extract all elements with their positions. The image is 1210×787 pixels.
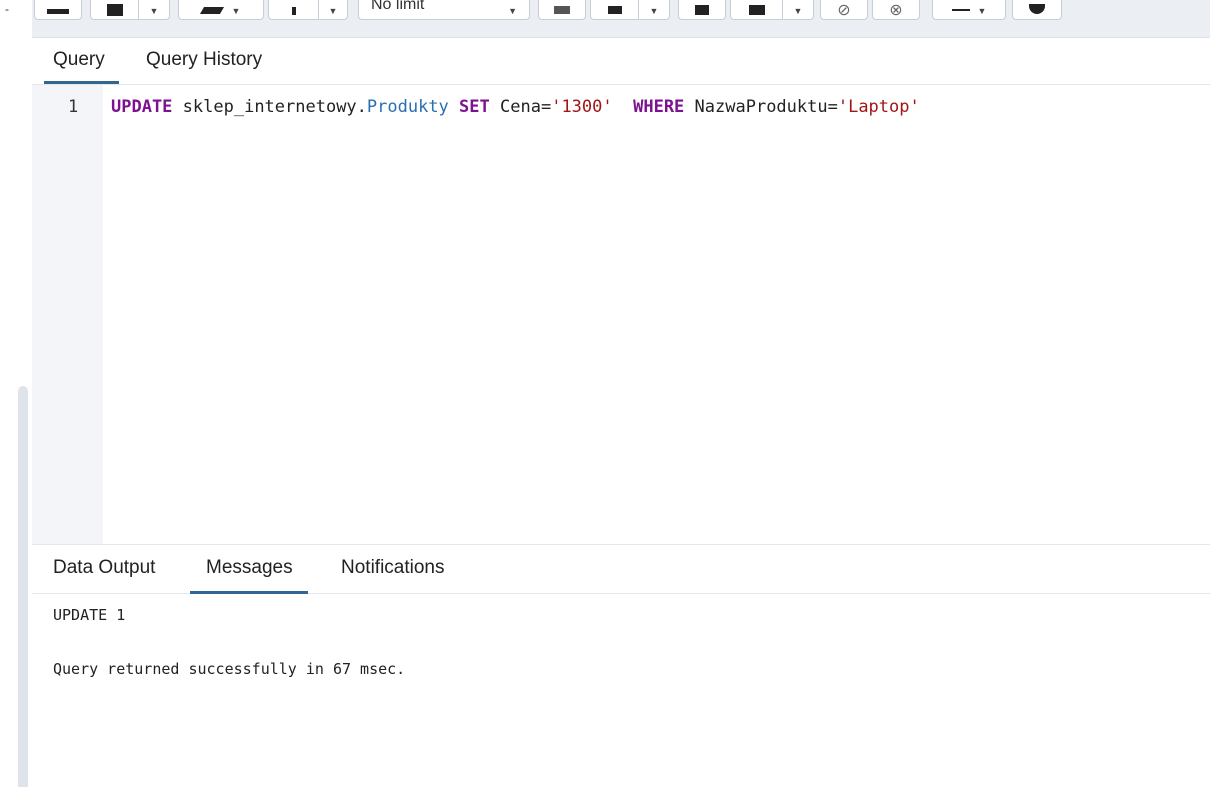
commit-icon[interactable]: ⊘ bbox=[821, 0, 867, 19]
keyword-set: SET bbox=[459, 97, 490, 117]
line-number-gutter: 1 bbox=[32, 85, 103, 544]
toolbar-group-help bbox=[1012, 0, 1062, 20]
toolbar-group-edit: ▼ bbox=[178, 0, 264, 20]
help-icon[interactable] bbox=[1013, 0, 1061, 19]
open-file-icon[interactable] bbox=[35, 0, 81, 19]
query-tab-bar: Query Query History bbox=[32, 38, 1210, 85]
toolbar-group-rollback: ⊗ bbox=[872, 0, 920, 20]
toolbar-group-save: ▼ bbox=[90, 0, 170, 20]
toolbar-group-execute: ▼ bbox=[590, 0, 670, 20]
left-scrollbar-thumb[interactable] bbox=[18, 386, 28, 787]
tab-query-history[interactable]: Query History bbox=[146, 48, 262, 84]
filter-icon[interactable] bbox=[269, 0, 319, 19]
row-limit-select[interactable]: No limit ▼ bbox=[358, 0, 530, 20]
toolbar-group-explain bbox=[678, 0, 726, 20]
edit-pencil-icon[interactable]: ▼ bbox=[179, 0, 263, 19]
message-query-status: Query returned successfully in 67 msec. bbox=[53, 660, 406, 678]
corner-mark: - bbox=[5, 2, 9, 16]
explain-options-chevron-down-icon[interactable]: ▼ bbox=[783, 0, 813, 19]
chevron-down-icon: ▼ bbox=[508, 6, 517, 16]
explain-icon[interactable] bbox=[679, 0, 725, 19]
table-name: Produkty bbox=[366, 97, 449, 117]
column-nazwa-produktu: NazwaProduktu= bbox=[694, 97, 838, 117]
rollback-icon[interactable]: ⊗ bbox=[873, 0, 919, 19]
toolbar-group-commit: ⊘ bbox=[820, 0, 868, 20]
tab-messages[interactable]: Messages bbox=[190, 556, 308, 594]
line-number: 1 bbox=[68, 97, 79, 117]
execute-play-icon[interactable] bbox=[591, 0, 639, 19]
save-options-chevron-down-icon[interactable]: ▼ bbox=[139, 0, 169, 19]
row-limit-value: No limit bbox=[371, 0, 425, 13]
column-cena: Cena= bbox=[500, 97, 552, 117]
messages-panel: UPDATE 1 Query returned successfully in … bbox=[32, 594, 1210, 787]
code-line[interactable]: UPDATE sklep_internetowy.Produkty SET Ce… bbox=[111, 97, 920, 117]
toolbar-group-filter: ▼ bbox=[268, 0, 348, 20]
schema-name: sklep_internetowy. bbox=[182, 97, 367, 117]
tab-notifications[interactable]: Notifications bbox=[341, 556, 445, 594]
query-toolbar: ▼ ▼ ▼ No limit ▼ ▼ ▼ ⊘ ⊗ ▼ bbox=[32, 0, 1210, 38]
left-strip: - bbox=[0, 0, 32, 787]
string-value-product: 'Laptop' bbox=[837, 97, 920, 117]
keyword-where: WHERE bbox=[633, 97, 685, 117]
filter-options-chevron-down-icon[interactable]: ▼ bbox=[319, 0, 347, 19]
output-tab-bar: Data Output Messages Notifications bbox=[32, 544, 1210, 594]
tab-data-output[interactable]: Data Output bbox=[53, 556, 155, 594]
toolbar-group-file bbox=[34, 0, 82, 20]
toolbar-group-macros: ▼ bbox=[932, 0, 1006, 20]
tab-query[interactable]: Query bbox=[44, 48, 119, 84]
sql-editor[interactable]: 1 UPDATE sklep_internetowy.Produkty SET … bbox=[32, 85, 1210, 544]
save-icon[interactable] bbox=[91, 0, 139, 19]
string-value-price: '1300' bbox=[551, 97, 613, 117]
macros-list-icon[interactable]: ▼ bbox=[933, 0, 1005, 19]
execute-options-chevron-down-icon[interactable]: ▼ bbox=[639, 0, 669, 19]
toolbar-group-stop bbox=[538, 0, 586, 20]
stop-icon[interactable] bbox=[539, 0, 585, 19]
toolbar-group-explain-analyze: ▼ bbox=[730, 0, 814, 20]
explain-analyze-icon[interactable] bbox=[731, 0, 783, 19]
message-update-result: UPDATE 1 bbox=[53, 606, 126, 624]
keyword-update: UPDATE bbox=[111, 97, 173, 117]
